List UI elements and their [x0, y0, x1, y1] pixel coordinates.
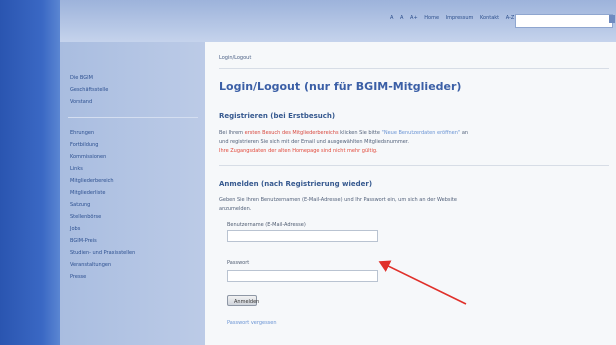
sidebar-item-stellenboerse[interactable]: Stellenbörse	[70, 214, 101, 220]
kontakt-link[interactable]: Kontakt	[480, 15, 499, 21]
sidebar-item-mitgliederbereich[interactable]: Mitgliederbereich	[70, 178, 114, 184]
login-heading: Anmelden (nach Registrierung wieder)	[219, 180, 373, 188]
login-text-line-1: Geben Sie Ihren Benutzernamen (E-Mail-Ad…	[219, 197, 457, 203]
username-label: Benutzername (E-Mail-Adresse)	[227, 222, 306, 228]
search-input[interactable]	[515, 14, 613, 28]
impressum-link[interactable]: Impressum	[446, 15, 474, 21]
register-text-line-2: und registrieren Sie sich mit der Email …	[219, 139, 409, 145]
register-text-line-1: Bei Ihrem ersten Besuch des Mitgliederbe…	[219, 130, 469, 136]
sidebar-divider	[68, 117, 198, 118]
password-field[interactable]	[227, 270, 378, 282]
sidebar-item-links[interactable]: Links	[70, 166, 83, 172]
register-heading: Registrieren (bei Erstbesuch)	[219, 112, 336, 120]
main-content: Login/Logout Login/Logout (nur für BGIM-…	[205, 42, 616, 345]
sidebar-item-vorstand[interactable]: Vorstand	[70, 99, 92, 105]
login-text-line-2: anzumelden.	[219, 206, 252, 212]
font-medium-link[interactable]: A	[400, 15, 403, 21]
sidebar-item-mitgliederliste[interactable]: Mitgliederliste	[70, 190, 105, 196]
font-small-link[interactable]: A	[390, 15, 393, 21]
register-warning: Ihre Zugangsdaten der alten Homepage sin…	[219, 148, 378, 154]
divider	[219, 68, 609, 69]
search-button[interactable]	[609, 15, 615, 23]
font-large-link[interactable]: A+	[410, 15, 418, 21]
a-z-link[interactable]: A-Z	[506, 15, 515, 21]
top-links: A A A+ Home Impressum Kontakt A-Z	[390, 15, 519, 21]
forgot-password-link[interactable]: Passwort vergessen	[227, 320, 277, 326]
left-frame	[0, 0, 60, 345]
sidebar-item-presse[interactable]: Presse	[70, 274, 86, 280]
sidebar: Die BGIM Geschäftsstelle Vorstand Ehrung…	[60, 42, 205, 345]
breadcrumb: Login/Logout	[219, 55, 252, 61]
sidebar-item-die-bgim[interactable]: Die BGIM	[70, 75, 93, 81]
sidebar-item-kommissionen[interactable]: Kommissionen	[70, 154, 106, 160]
sidebar-item-fortbildung[interactable]: Fortbildung	[70, 142, 98, 148]
login-button[interactable]: Anmelden	[227, 295, 259, 306]
sidebar-item-veranstaltungen[interactable]: Veranstaltungen	[70, 262, 111, 268]
sidebar-item-ehrungen[interactable]: Ehrungen	[70, 130, 94, 136]
username-field[interactable]	[227, 230, 378, 242]
home-link[interactable]: Home	[424, 15, 439, 21]
sidebar-item-geschaeftsstelle[interactable]: Geschäftsstelle	[70, 87, 108, 93]
sidebar-item-bgim-preis[interactable]: BGIM-Preis	[70, 238, 97, 244]
sidebar-item-jobs[interactable]: Jobs	[70, 226, 80, 232]
page-title: Login/Logout (nur für BGIM-Mitglieder)	[219, 80, 462, 93]
divider	[219, 165, 609, 166]
password-label: Passwort	[227, 260, 250, 266]
new-account-link[interactable]: "Neue Benutzerdaten eröffnen"	[382, 130, 461, 136]
sidebar-item-satzung[interactable]: Satzung	[70, 202, 90, 208]
sidebar-item-studien-praxisstellen[interactable]: Studien- und Praxisstellen	[70, 250, 135, 256]
